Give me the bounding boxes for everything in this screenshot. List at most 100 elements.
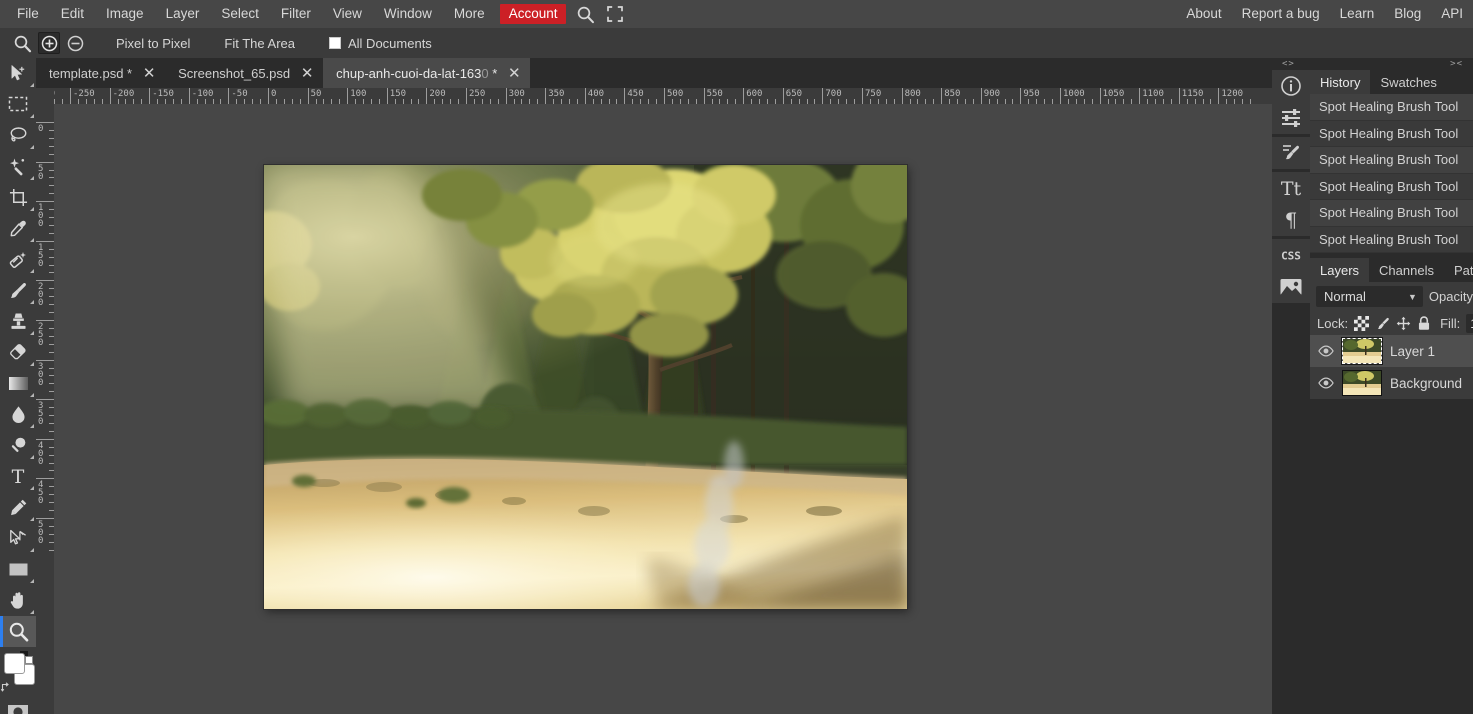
hand-tool[interactable] — [0, 585, 36, 616]
lock-transparency-icon[interactable] — [1354, 315, 1370, 331]
magic-wand-tool[interactable] — [0, 151, 36, 182]
ruler-label: 1050 — [1102, 89, 1125, 99]
dodge-tool[interactable] — [0, 430, 36, 461]
ruler-tick-major — [36, 518, 54, 519]
icon-group-css: CSS — [1272, 239, 1310, 303]
history-item[interactable]: Spot Healing Brush Tool — [1310, 94, 1473, 121]
character-icon[interactable]: Tt — [1272, 172, 1310, 204]
layer-thumbnail[interactable] — [1342, 370, 1382, 396]
quick-mask-icon[interactable] — [0, 697, 36, 714]
image-icon[interactable] — [1272, 271, 1310, 303]
expand-left-icon[interactable]: <> — [1282, 58, 1295, 70]
move-tool[interactable] — [0, 58, 36, 89]
brush-settings-icon[interactable] — [1272, 137, 1310, 169]
zoom-out-button[interactable] — [64, 32, 86, 54]
pen-tool[interactable] — [0, 492, 36, 523]
close-icon[interactable]: ✕ — [300, 66, 314, 81]
layer-thumbnail[interactable] — [1341, 337, 1383, 365]
info-icon[interactable] — [1272, 70, 1310, 102]
tab-label: chup-anh-cuoi-da-lat-1630 * — [336, 66, 497, 81]
layer-row[interactable]: Background — [1310, 367, 1473, 399]
tab-swatches[interactable]: Swatches — [1370, 70, 1446, 94]
gradient-tool[interactable] — [0, 368, 36, 399]
layer-row[interactable]: Layer 1 — [1310, 335, 1473, 367]
tab-screenshot-65-psd[interactable]: Screenshot_65.psd ✕ — [165, 58, 324, 88]
menu-item-filter[interactable]: Filter — [270, 0, 322, 28]
history-item[interactable]: Spot Healing Brush Tool — [1310, 173, 1473, 200]
ruler-tick-major — [228, 88, 230, 104]
rectangle-tool[interactable] — [0, 554, 36, 585]
fullscreen-icon[interactable] — [600, 0, 630, 28]
all-documents-checkbox[interactable]: All Documents — [323, 36, 432, 51]
menu-item-api[interactable]: API — [1431, 0, 1473, 28]
ruler-label: 200 — [38, 282, 44, 309]
canvas-viewport[interactable] — [54, 104, 1272, 714]
fit-the-area-button[interactable]: Fit The Area — [210, 36, 309, 51]
menu-item-more[interactable]: More — [443, 0, 496, 28]
menu-item-select[interactable]: Select — [210, 0, 270, 28]
vertical-ruler[interactable]: 0 50 100 150 200 250 300 350 400 450 500 — [36, 104, 54, 714]
menu-item-edit[interactable]: Edit — [50, 0, 95, 28]
menu-item-image[interactable]: Image — [95, 0, 155, 28]
crop-tool[interactable] — [0, 182, 36, 213]
eye-icon[interactable] — [1318, 343, 1334, 359]
history-item[interactable]: Spot Healing Brush Tool — [1310, 147, 1473, 174]
lasso-tool[interactable] — [0, 120, 36, 151]
close-icon[interactable]: ✕ — [507, 66, 521, 81]
eye-icon[interactable] — [1318, 375, 1334, 391]
svg-text:¶: ¶ — [1285, 209, 1298, 231]
menu-item-learn[interactable]: Learn — [1330, 0, 1385, 28]
css-icon[interactable]: CSS — [1272, 239, 1310, 271]
collapse-right-icon[interactable]: >< — [1450, 58, 1463, 70]
menu-item-layer[interactable]: Layer — [155, 0, 211, 28]
lock-all-icon[interactable] — [1417, 315, 1431, 331]
account-button[interactable]: Account — [499, 4, 567, 24]
tab-label: template.psd * — [49, 65, 133, 81]
brush-tool[interactable] — [0, 275, 36, 306]
fill-value[interactable]: 10 — [1466, 313, 1473, 333]
history-item[interactable]: Spot Healing Brush Tool — [1310, 200, 1473, 227]
tab-template-psd[interactable]: template.psd * ✕ — [36, 58, 166, 88]
icon-group-text: Tt ¶ — [1272, 172, 1310, 236]
history-item[interactable]: Spot Healing Brush Tool — [1310, 226, 1473, 253]
path-selection-tool[interactable] — [0, 523, 36, 554]
spot-healing-brush-tool[interactable] — [0, 244, 36, 275]
rectangular-marquee-tool[interactable] — [0, 89, 36, 120]
menu-item-file[interactable]: File — [6, 0, 50, 28]
horizontal-ruler[interactable]: -300-250-200-150-100-5005010015020025030… — [36, 88, 1272, 104]
type-tool[interactable]: T — [0, 461, 36, 492]
blend-mode-select[interactable]: Normal ▼ — [1316, 286, 1423, 307]
blur-tool[interactable] — [0, 399, 36, 430]
zoom-tool[interactable] — [0, 616, 36, 647]
ruler-tick-major — [1099, 88, 1101, 104]
lock-position-icon[interactable] — [1396, 316, 1411, 331]
foreground-color-swatch[interactable] — [4, 653, 25, 674]
tab-chup-anh-cuoi-da-lat[interactable]: chup-anh-cuoi-da-lat-1630 * ✕ — [323, 58, 531, 88]
tab-paths[interactable]: Pat — [1444, 258, 1473, 282]
menu-item-about[interactable]: About — [1176, 0, 1231, 28]
document-canvas[interactable] — [264, 165, 907, 609]
zoom-in-button[interactable] — [38, 32, 60, 54]
paragraph-icon[interactable]: ¶ — [1272, 204, 1310, 236]
menu-item-report-a-bug[interactable]: Report a bug — [1232, 0, 1330, 28]
search-icon[interactable] — [570, 0, 600, 28]
pixel-to-pixel-button[interactable]: Pixel to Pixel — [102, 36, 204, 51]
eyedropper-tool[interactable] — [0, 213, 36, 244]
tab-layers[interactable]: Layers — [1310, 258, 1370, 282]
menu-item-view[interactable]: View — [322, 0, 373, 28]
eraser-tool[interactable] — [0, 337, 36, 368]
lock-image-pixels-icon[interactable] — [1375, 316, 1390, 331]
tab-channels[interactable]: Channels — [1369, 258, 1444, 282]
ruler-corner[interactable] — [36, 88, 54, 104]
swap-colors-icon[interactable] — [0, 680, 12, 695]
menu-item-blog[interactable]: Blog — [1384, 0, 1431, 28]
menu-item-window[interactable]: Window — [373, 0, 443, 28]
clone-stamp-tool[interactable] — [0, 306, 36, 337]
tab-history[interactable]: History — [1310, 70, 1371, 94]
ruler-label: 500 — [667, 89, 684, 99]
ruler-label: 550 — [706, 89, 723, 99]
adjustments-icon[interactable] — [1272, 102, 1310, 134]
history-item[interactable]: Spot Healing Brush Tool — [1310, 120, 1473, 147]
close-icon[interactable]: ✕ — [142, 66, 156, 81]
checkbox-box[interactable] — [329, 37, 341, 49]
